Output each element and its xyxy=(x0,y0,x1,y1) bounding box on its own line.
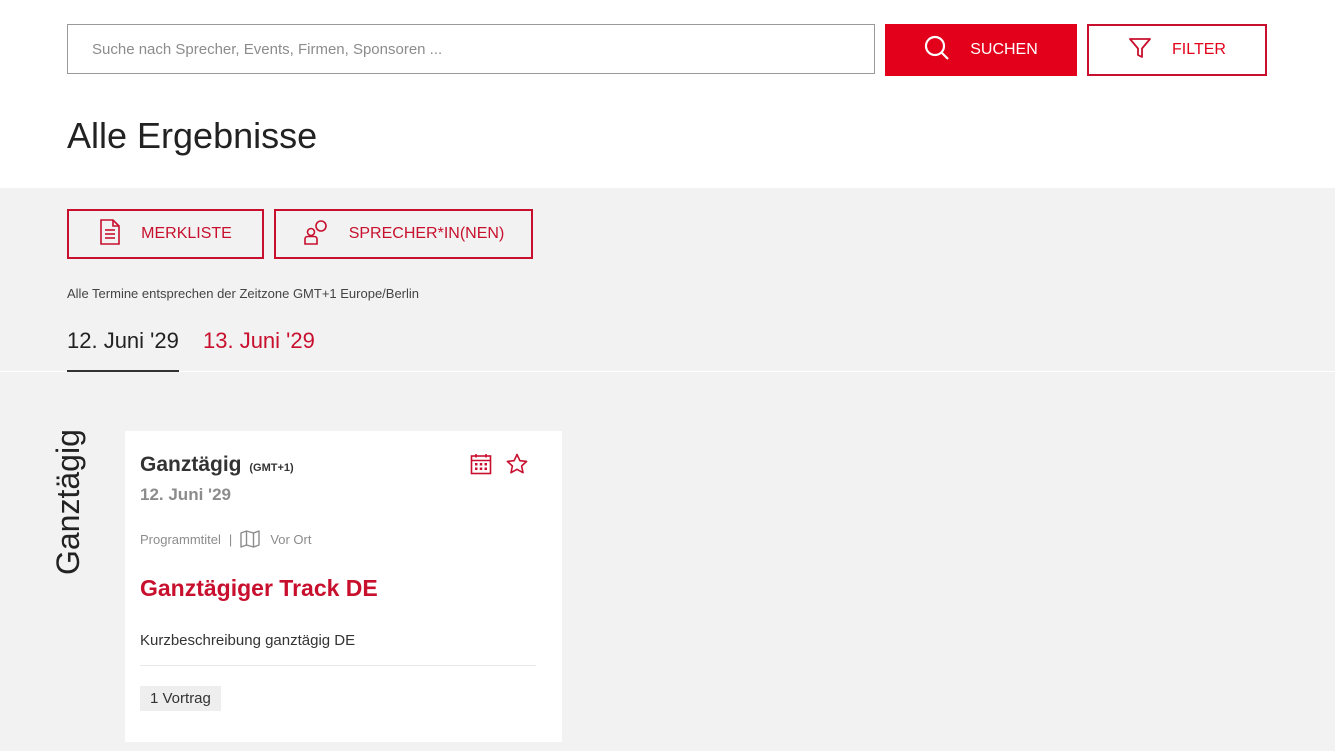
speakers-label: SPRECHER*IN(NEN) xyxy=(348,225,505,242)
section-label: Ganztägig xyxy=(50,429,86,575)
timezone-note: Alle Termine entsprechen der Zeitzone GM… xyxy=(67,286,420,301)
search-input[interactable] xyxy=(67,24,875,74)
tabs-divider xyxy=(0,371,1335,372)
card-date: 12. Juni '29 xyxy=(140,485,231,504)
page-title: Alle Ergebnisse xyxy=(67,115,318,156)
filter-button[interactable]: FILTER xyxy=(1087,24,1267,76)
program-title: Programmtitel xyxy=(140,531,221,547)
calendar-icon[interactable] xyxy=(470,453,492,480)
search-button[interactable]: SUCHEN xyxy=(885,24,1077,76)
track-description: Kurzbeschreibung ganztägig DE xyxy=(140,632,356,649)
card-meta: Programmtitel | Vor Ort xyxy=(140,530,312,548)
talk-count-badge: 1 Vortrag xyxy=(140,686,221,711)
tab-date-1[interactable]: 12. Juni '29 xyxy=(67,328,179,354)
star-icon[interactable] xyxy=(506,453,528,480)
speakers-icon xyxy=(303,219,329,250)
filter-button-label: FILTER xyxy=(1172,41,1226,58)
event-card: Ganztägig (GMT+1) 12. Juni '29 Programmt… xyxy=(125,431,562,742)
location-label: Vor Ort xyxy=(270,531,312,547)
card-divider xyxy=(140,665,536,666)
tab-date-2[interactable]: 13. Juni '29 xyxy=(203,328,315,354)
active-tab-indicator xyxy=(67,370,179,372)
merkliste-label: MERKLISTE xyxy=(141,225,232,242)
speakers-button[interactable]: SPRECHER*IN(NEN) xyxy=(274,209,533,259)
merkliste-button[interactable]: MERKLISTE xyxy=(67,209,264,259)
card-time: Ganztägig (GMT+1) xyxy=(140,453,294,477)
search-button-label: SUCHEN xyxy=(970,41,1038,58)
filter-icon xyxy=(1128,36,1152,65)
document-icon xyxy=(99,218,121,250)
search-icon xyxy=(924,35,950,66)
map-icon xyxy=(240,530,261,548)
card-timezone: (GMT+1) xyxy=(249,462,294,474)
meta-separator: | xyxy=(228,531,233,547)
card-time-label: Ganztägig xyxy=(140,453,242,476)
track-title-link[interactable]: Ganztägiger Track DE xyxy=(140,575,378,602)
